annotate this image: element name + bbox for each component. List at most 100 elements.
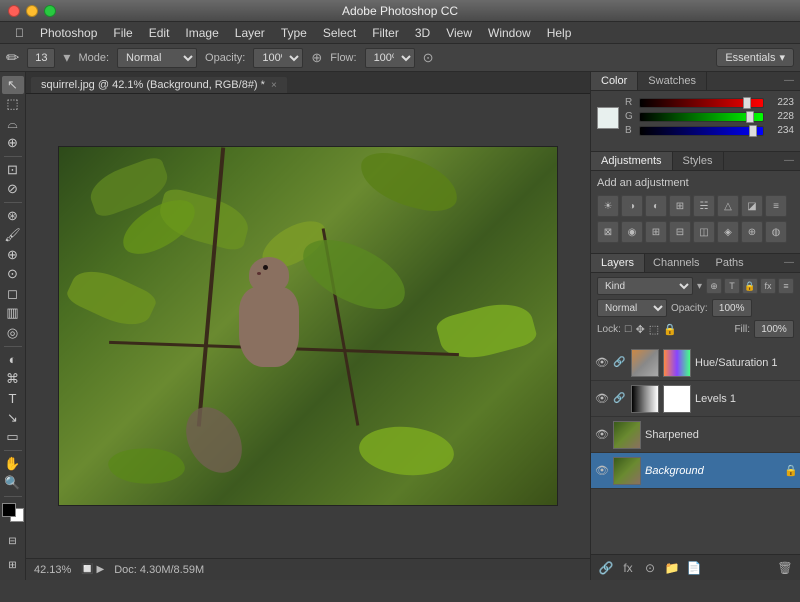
layer-link-icon[interactable]: 🔗 <box>613 357 627 368</box>
move-tool[interactable]: ↖ <box>2 76 24 94</box>
adj-curves-icon[interactable]: ◈ <box>717 221 739 243</box>
layer-item[interactable]: 👁 🔗 Levels 1 <box>591 381 800 417</box>
healing-tool[interactable]: ⊛ <box>2 207 24 225</box>
adj-panel-collapse[interactable]: — <box>778 152 800 170</box>
layer-fx-btn[interactable]: fx <box>619 559 637 577</box>
blue-thumb[interactable] <box>749 125 757 137</box>
quick-mask-btn[interactable]: ⊟ <box>2 530 24 552</box>
blue-slider[interactable] <box>639 126 764 136</box>
brush-size-display[interactable]: 13 <box>27 48 55 68</box>
red-thumb[interactable] <box>743 97 751 109</box>
layers-panel-collapse[interactable]: — <box>778 254 800 272</box>
layer-visibility-icon[interactable]: 👁 <box>595 464 609 478</box>
opacity-select[interactable]: 100% <box>253 48 303 68</box>
hand-tool[interactable]: ✋ <box>2 455 24 473</box>
menu-view[interactable]: View <box>439 24 479 42</box>
crop-tool[interactable]: ⊡ <box>2 161 24 179</box>
adj-brightness-icon[interactable]: ☀ <box>597 195 619 217</box>
pen-tool[interactable]: ⌘ <box>2 370 24 388</box>
airbrush-icon[interactable]: ⊙ <box>423 50 434 66</box>
document-tab[interactable]: squirrel.jpg @ 42.1% (Background, RGB/8#… <box>30 76 288 93</box>
adj-selectcolor-icon[interactable]: ◫ <box>693 221 715 243</box>
layer-filter-btn[interactable]: T <box>724 278 740 294</box>
menu-help[interactable]: Help <box>540 24 579 42</box>
blur-tool[interactable]: ◎ <box>2 324 24 342</box>
essentials-button[interactable]: Essentials ▾ <box>716 48 794 67</box>
menu-image[interactable]: Image <box>178 24 225 42</box>
clone-tool[interactable]: ⊕ <box>2 246 24 264</box>
layer-more-btn[interactable]: ≡ <box>778 278 794 294</box>
adj-blackwhite-icon[interactable]: △ <box>717 195 739 217</box>
layer-visibility-icon[interactable]: 👁 <box>595 392 609 406</box>
layer-visibility-icon[interactable]: 👁 <box>595 428 609 442</box>
menu-select[interactable]: Select <box>316 24 363 42</box>
menu-layer[interactable]: Layer <box>228 24 272 42</box>
flow-select[interactable]: 100% <box>365 48 415 68</box>
foreground-swatch[interactable] <box>597 107 619 129</box>
layer-link-icon[interactable]: 🔗 <box>613 393 627 404</box>
blend-mode-select[interactable]: Normal <box>597 299 667 317</box>
opacity-value[interactable]: 100% <box>712 299 752 317</box>
menu-3d[interactable]: 3D <box>408 24 437 42</box>
menu-window[interactable]: Window <box>481 24 538 42</box>
brush-picker-icon[interactable]: ▾ <box>63 49 70 66</box>
adj-photofilter-icon[interactable]: ◪ <box>741 195 763 217</box>
layer-visibility-icon[interactable]: 👁 <box>595 356 609 370</box>
path-select-tool[interactable]: ↘ <box>2 409 24 427</box>
new-layer-btn[interactable]: 📄 <box>685 559 703 577</box>
tab-close-button[interactable]: × <box>271 80 277 91</box>
eraser-tool[interactable]: ◻ <box>2 285 24 303</box>
brush-tool[interactable]: 🖌 <box>2 226 24 244</box>
tab-color[interactable]: Color <box>591 72 638 90</box>
type-tool[interactable]: T <box>2 390 24 408</box>
green-thumb[interactable] <box>746 111 754 123</box>
eyedropper-tool[interactable]: ⊘ <box>2 181 24 199</box>
menu-type[interactable]: Type <box>274 24 314 42</box>
adj-threshold-icon[interactable]: ⊞ <box>645 221 667 243</box>
layer-new-group-btn[interactable]: ⊕ <box>706 278 722 294</box>
foreground-color-swatch[interactable] <box>2 503 16 517</box>
fill-value[interactable]: 100% <box>754 320 794 338</box>
green-slider[interactable] <box>639 112 764 122</box>
lasso-tool[interactable]: ⌓ <box>2 115 24 133</box>
tab-paths[interactable]: Paths <box>708 254 752 272</box>
lock-image-icon[interactable]: ✥ <box>636 323 645 336</box>
screen-mode-btn[interactable]: ⊞ <box>2 554 24 576</box>
layer-lock-btn[interactable]: 🔒 <box>742 278 758 294</box>
menu-file[interactable]: File <box>106 24 139 42</box>
menu-photoshop[interactable]: Photoshop <box>33 24 104 42</box>
mode-select[interactable]: Normal <box>117 48 197 68</box>
adj-levels-icon[interactable]: ⊕ <box>741 221 763 243</box>
layer-item-background[interactable]: 👁 Background 🔒 <box>591 453 800 489</box>
adj-invert-icon[interactable]: ⊠ <box>597 221 619 243</box>
adj-gradient-icon[interactable]: ⊟ <box>669 221 691 243</box>
zoom-tool[interactable]: 🔍 <box>2 475 24 493</box>
tab-layers[interactable]: Layers <box>591 254 645 272</box>
adj-more-icon[interactable]: ◍ <box>765 221 787 243</box>
lock-transparent-icon[interactable]: □ <box>625 323 632 335</box>
maximize-button[interactable] <box>44 5 56 17</box>
menu-apple[interactable]:  <box>8 24 31 42</box>
shape-tool[interactable]: ▭ <box>2 429 24 447</box>
marquee-tool[interactable]: ⬚ <box>2 96 24 114</box>
layer-item[interactable]: 👁 🔗 Hue/Saturation 1 <box>591 345 800 381</box>
adj-vibrance-icon[interactable]: ◐ <box>645 195 667 217</box>
layer-kind-select[interactable]: Kind <box>597 277 693 295</box>
gradient-tool[interactable]: ▥ <box>2 305 24 323</box>
adj-channelmix-icon[interactable]: ≡ <box>765 195 787 217</box>
history-brush[interactable]: ⊙ <box>2 266 24 284</box>
adj-hue-sat-icon[interactable]: ⊞ <box>669 195 691 217</box>
tab-styles[interactable]: Styles <box>673 152 724 170</box>
new-group-btn[interactable]: 📁 <box>663 559 681 577</box>
dodge-tool[interactable]: ◐ <box>2 351 24 369</box>
menu-filter[interactable]: Filter <box>365 24 406 42</box>
canvas-container[interactable] <box>26 94 590 558</box>
color-panel-collapse[interactable]: — <box>778 72 800 90</box>
layer-fx-btn[interactable]: fx <box>760 278 776 294</box>
adj-posterize-icon[interactable]: ◉ <box>621 221 643 243</box>
red-slider[interactable] <box>639 98 764 108</box>
delete-layer-btn[interactable]: 🗑 <box>776 559 794 577</box>
color-swatches[interactable] <box>2 503 24 522</box>
lock-position-icon[interactable]: ⬚ <box>649 323 659 336</box>
close-button[interactable] <box>8 5 20 17</box>
